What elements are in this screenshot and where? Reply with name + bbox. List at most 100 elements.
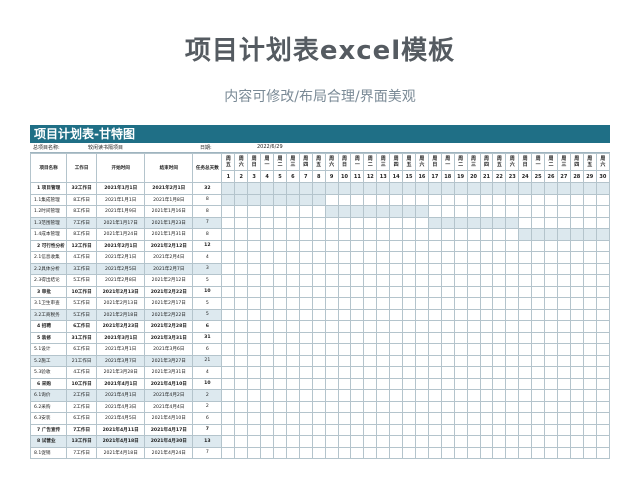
gantt-bar-cell[interactable] — [414, 182, 429, 195]
task-days-cell[interactable]: 6 — [192, 412, 223, 425]
gantt-cell[interactable] — [505, 331, 520, 344]
gantt-cell[interactable] — [505, 251, 520, 264]
gantt-cell[interactable] — [595, 366, 611, 379]
gantt-cell[interactable] — [234, 216, 249, 229]
gantt-cell[interactable] — [427, 343, 442, 356]
gantt-cell[interactable] — [544, 274, 558, 287]
gantt-cell[interactable] — [531, 251, 546, 264]
gantt-cell[interactable] — [427, 285, 442, 298]
gantt-cell[interactable] — [492, 331, 507, 344]
gantt-cell[interactable] — [311, 389, 326, 402]
task-days-cell[interactable]: 6 — [192, 343, 223, 356]
gantt-cell[interactable] — [427, 297, 442, 310]
gantt-cell[interactable] — [569, 389, 584, 402]
gantt-cell[interactable] — [414, 423, 429, 436]
gantt-cell[interactable] — [402, 389, 416, 402]
gantt-cell[interactable] — [363, 297, 378, 310]
task-start-cell[interactable]: 2021年1月1日 — [96, 193, 146, 206]
gantt-cell[interactable] — [466, 389, 481, 402]
gantt-bar-cell[interactable] — [440, 216, 455, 229]
gantt-cell[interactable] — [453, 412, 468, 425]
gantt-cell[interactable] — [376, 389, 391, 402]
task-days-cell[interactable]: 2 — [192, 400, 223, 413]
gantt-cell[interactable] — [518, 274, 533, 287]
gantt-cell[interactable] — [376, 216, 391, 229]
task-days-cell[interactable]: 5 — [192, 308, 223, 321]
task-duration-cell[interactable]: 31工作日 — [66, 331, 98, 344]
gantt-cell[interactable] — [298, 205, 313, 218]
gantt-cell[interactable] — [221, 400, 236, 413]
gantt-cell[interactable] — [337, 412, 352, 425]
gantt-cell[interactable] — [466, 343, 481, 356]
gantt-cell[interactable] — [234, 331, 249, 344]
gantt-cell[interactable] — [414, 435, 429, 448]
gantt-cell[interactable] — [492, 262, 507, 275]
gantt-cell[interactable] — [363, 423, 378, 436]
gantt-cell[interactable] — [337, 216, 352, 229]
gantt-bar-cell[interactable] — [427, 182, 442, 195]
gantt-cell[interactable] — [247, 343, 262, 356]
gantt-cell[interactable] — [337, 343, 352, 356]
gantt-cell[interactable] — [479, 205, 494, 218]
gantt-cell[interactable] — [311, 262, 326, 275]
task-duration-cell[interactable]: 4工作日 — [66, 251, 98, 264]
gantt-cell[interactable] — [221, 205, 236, 218]
gantt-cell[interactable] — [285, 400, 300, 413]
gantt-cell[interactable] — [298, 216, 313, 229]
gantt-cell[interactable] — [337, 274, 352, 287]
gantt-cell[interactable] — [298, 377, 313, 390]
gantt-cell[interactable] — [518, 262, 533, 275]
gantt-bar-cell[interactable] — [518, 228, 533, 241]
gantt-cell[interactable] — [402, 308, 416, 321]
gantt-cell[interactable] — [582, 216, 597, 229]
gantt-cell[interactable] — [234, 262, 249, 275]
gantt-cell[interactable] — [414, 239, 429, 252]
task-duration-cell[interactable]: 2工作日 — [66, 389, 98, 402]
gantt-cell[interactable] — [285, 366, 300, 379]
gantt-cell[interactable] — [350, 377, 365, 390]
gantt-cell[interactable] — [518, 216, 533, 229]
gantt-cell[interactable] — [492, 308, 507, 321]
task-duration-cell[interactable]: 10工作日 — [66, 285, 98, 298]
gantt-cell[interactable] — [363, 262, 378, 275]
gantt-cell[interactable] — [247, 331, 262, 344]
gantt-cell[interactable] — [350, 331, 365, 344]
gantt-cell[interactable] — [363, 251, 378, 264]
gantt-cell[interactable] — [582, 389, 597, 402]
gantt-cell[interactable] — [544, 193, 558, 206]
gantt-cell[interactable] — [453, 320, 468, 333]
gantt-cell[interactable] — [247, 274, 262, 287]
task-days-cell[interactable]: 7 — [192, 423, 223, 436]
gantt-cell[interactable] — [414, 262, 429, 275]
gantt-cell[interactable] — [247, 308, 262, 321]
gantt-cell[interactable] — [544, 308, 558, 321]
gantt-cell[interactable] — [582, 320, 597, 333]
gantt-bar-cell[interactable] — [569, 228, 584, 241]
task-duration-cell[interactable]: 6工作日 — [66, 412, 98, 425]
gantt-cell[interactable] — [479, 297, 494, 310]
gantt-cell[interactable] — [531, 320, 546, 333]
gantt-cell[interactable] — [479, 251, 494, 264]
gantt-cell[interactable] — [556, 216, 571, 229]
gantt-cell[interactable] — [453, 308, 468, 321]
gantt-cell[interactable] — [298, 400, 313, 413]
task-start-cell[interactable]: 2021年1月1日 — [96, 182, 146, 195]
gantt-cell[interactable] — [221, 354, 236, 367]
gantt-cell[interactable] — [376, 262, 391, 275]
task-name-cell[interactable]: 3.1卫生审查 — [29, 297, 68, 310]
gantt-cell[interactable] — [376, 423, 391, 436]
gantt-cell[interactable] — [556, 366, 571, 379]
gantt-cell[interactable] — [311, 354, 326, 367]
gantt-cell[interactable] — [453, 297, 468, 310]
gantt-bar-cell[interactable] — [389, 205, 404, 218]
gantt-cell[interactable] — [427, 400, 442, 413]
gantt-cell[interactable] — [311, 366, 326, 379]
task-end-cell[interactable]: 2021年3月27日 — [144, 354, 194, 367]
gantt-cell[interactable] — [556, 262, 571, 275]
task-end-cell[interactable]: 2021年2月12日 — [144, 274, 194, 287]
gantt-cell[interactable] — [376, 435, 391, 448]
gantt-bar-cell[interactable] — [389, 182, 404, 195]
task-start-cell[interactable]: 2021年2月8日 — [96, 274, 146, 287]
gantt-cell[interactable] — [337, 262, 352, 275]
task-name-cell[interactable]: 1.1集成管理 — [29, 193, 68, 206]
